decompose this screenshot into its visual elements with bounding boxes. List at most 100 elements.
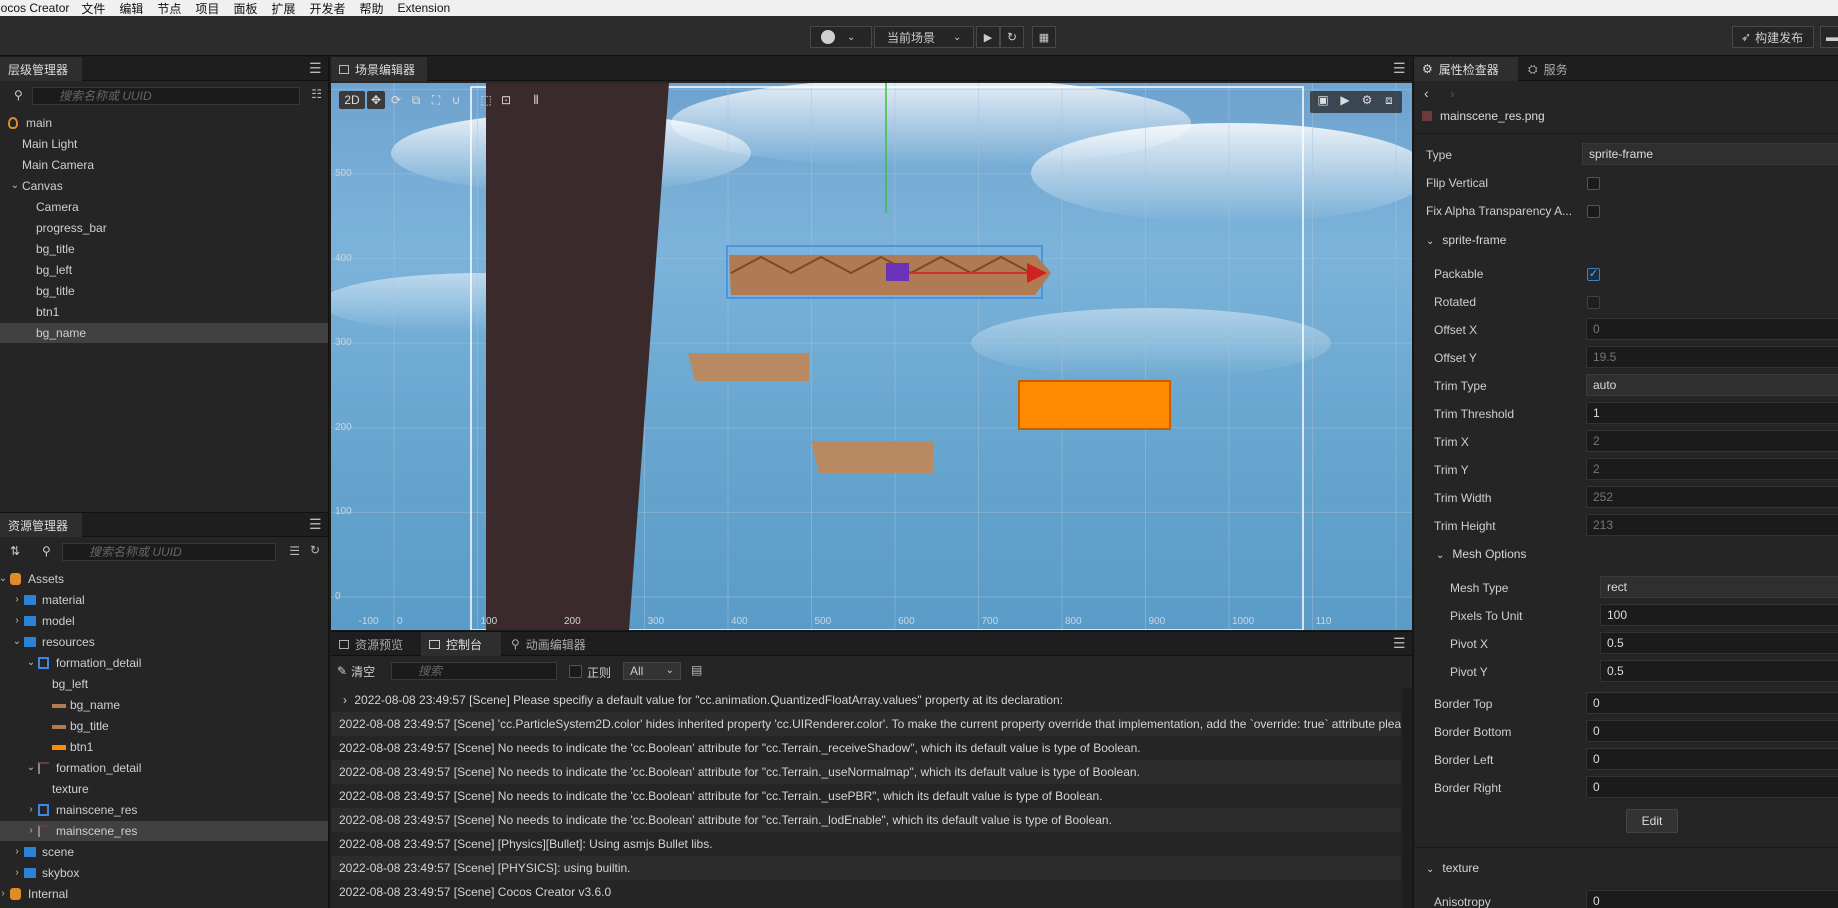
console-search-input[interactable]: 搜索 <box>391 662 557 680</box>
edit-button[interactable]: Edit <box>1626 809 1678 833</box>
trim-type-select[interactable]: auto <box>1586 374 1838 396</box>
pivot-button[interactable]: ⊡ <box>497 91 515 109</box>
tree-item[interactable]: › mainscene_res <box>0 800 328 820</box>
align-button[interactable]: ⫴ <box>527 91 545 109</box>
tab-asset-preview[interactable]: 资源预览 <box>331 632 421 656</box>
offset-y-field[interactable]: 19.5 <box>1586 346 1838 368</box>
tree-item[interactable]: progress_bar <box>0 218 328 238</box>
chevron-right-icon[interactable]: › <box>12 863 22 883</box>
list-icon[interactable]: ☷ <box>311 87 322 101</box>
tab-scene-editor[interactable]: 场景编辑器 <box>331 57 427 81</box>
export-log-icon[interactable]: ▤ <box>691 663 702 677</box>
chevron-down-icon[interactable]: ⌄ <box>10 176 20 196</box>
chevron-right-icon[interactable]: › <box>26 821 36 841</box>
panel-menu-icon[interactable]: ☰ <box>1393 636 1406 650</box>
tree-item[interactable]: bg_left <box>0 674 328 694</box>
fix-alpha-checkbox[interactable] <box>1587 205 1600 218</box>
tree-item[interactable]: ⌄ resources <box>0 632 328 652</box>
tree-item[interactable]: btn1 <box>0 302 328 322</box>
log-level-select[interactable]: All ⌄ <box>623 662 681 680</box>
chevron-right-icon[interactable]: › <box>12 590 22 610</box>
clear-button[interactable]: ✎ 清空 <box>337 662 375 680</box>
tree-item[interactable]: Main Light <box>0 134 328 154</box>
move-tool-button[interactable]: ✥ <box>367 91 385 109</box>
type-select[interactable]: sprite-frame <box>1582 143 1838 165</box>
scene-viewport[interactable]: 500 400 300 200 100 0 -100 0 100 200 300 400 500 600… <box>331 83 1412 630</box>
tree-item[interactable]: › model <box>0 611 328 631</box>
panel-menu-icon[interactable]: ☰ <box>309 61 322 75</box>
menu-item[interactable]: 帮助 <box>359 0 383 16</box>
panel-menu-icon[interactable]: ☰ <box>309 517 322 531</box>
tree-item[interactable]: ⌄ formation_detail <box>0 653 328 673</box>
chevron-down-icon[interactable]: ⌄ <box>0 569 8 589</box>
chevron-right-icon[interactable]: › <box>343 693 350 707</box>
chevron-down-icon[interactable]: ⌄ <box>12 632 22 652</box>
sort-icon[interactable]: ⇅ <box>10 544 20 558</box>
tree-item[interactable]: bg_left <box>0 260 328 280</box>
scene-select[interactable]: 当前场景 ⌄ <box>874 26 974 48</box>
assets-search-input[interactable]: 搜索名称或 UUID <box>62 543 276 561</box>
folder-button[interactable]: ▬ <box>1820 26 1838 48</box>
log-line[interactable]: › 2022-08-08 23:49:57 [Scene] Please spe… <box>331 688 1401 712</box>
platform-select[interactable]: ⌄ <box>810 26 872 48</box>
tree-item[interactable]: ⌄ Canvas <box>0 176 328 196</box>
chevron-down-icon[interactable]: ⌄ <box>26 758 36 778</box>
menu-item[interactable]: 节点 <box>157 0 181 16</box>
log-line[interactable]: 2022-08-08 23:49:57 [Scene] [Physics][Bu… <box>331 832 1401 856</box>
tab-hierarchy[interactable]: 层级管理器 <box>0 57 82 81</box>
menu-item[interactable]: 开发者 <box>309 0 345 16</box>
tab-animation-editor[interactable]: ⚲ 动画编辑器 <box>503 632 603 656</box>
packable-checkbox[interactable]: ✓ <box>1587 268 1600 281</box>
scale-tool-button[interactable]: ⧉ <box>407 91 425 109</box>
tree-item[interactable]: Camera <box>0 197 328 217</box>
forward-icon[interactable]: › <box>1450 85 1455 101</box>
tree-item[interactable]: ⌄ Assets <box>0 569 328 589</box>
trim-x-field[interactable]: 2 <box>1586 430 1838 452</box>
tab-assets[interactable]: 资源管理器 <box>0 513 82 537</box>
preview-button[interactable]: ⧈ <box>1380 91 1398 109</box>
build-button[interactable]: ➶ 构建发布 <box>1732 26 1814 48</box>
trim-threshold-field[interactable]: 1 <box>1586 402 1838 424</box>
panel-menu-icon[interactable]: ☰ <box>1393 61 1406 75</box>
sprite-frame-section[interactable]: ⌄ sprite-frame <box>1426 233 1506 247</box>
tab-inspector[interactable]: ⚙ 属性检查器 <box>1414 57 1518 81</box>
log-line[interactable]: 2022-08-08 23:49:57 [Scene] No needs to … <box>331 736 1401 760</box>
mesh-type-select[interactable]: rect <box>1600 576 1838 598</box>
tree-item[interactable]: main <box>0 113 328 133</box>
log-line[interactable]: 2022-08-08 23:49:57 [Scene] Cocos Creato… <box>331 880 1401 904</box>
chevron-down-icon[interactable]: ⌄ <box>26 653 36 673</box>
tree-item[interactable]: ⌄ formation_detail <box>0 758 328 778</box>
2d-toggle-button[interactable]: 2D <box>339 91 365 109</box>
mesh-options-section[interactable]: ⌄ Mesh Options <box>1436 547 1526 561</box>
trim-height-field[interactable]: 213 <box>1586 514 1838 536</box>
refresh-button[interactable]: ↻ <box>1000 26 1024 48</box>
chevron-right-icon[interactable]: › <box>12 611 22 631</box>
snap-tool-button[interactable]: ∪ <box>447 91 465 109</box>
menu-item[interactable]: 扩展 <box>271 0 295 16</box>
pivot-x-field[interactable]: 0.5 <box>1600 632 1838 654</box>
rect-tool-button[interactable]: ⛶ <box>427 91 445 109</box>
console-scrollbar[interactable] <box>1402 688 1412 908</box>
back-icon[interactable]: ‹ <box>1424 85 1429 101</box>
rotate-tool-button[interactable]: ⟳ <box>387 91 405 109</box>
log-line[interactable]: 2022-08-08 23:49:57 [Scene] No needs to … <box>331 784 1401 808</box>
menu-item[interactable]: 项目 <box>195 0 219 16</box>
menu-item[interactable]: 面板 <box>233 0 257 16</box>
menu-item[interactable]: 编辑 <box>119 0 143 16</box>
log-line[interactable]: 2022-08-08 23:49:57 [Scene] No needs to … <box>331 760 1401 784</box>
border-top-field[interactable]: 0 <box>1586 692 1838 714</box>
anisotropy-field[interactable]: 0 <box>1586 890 1838 908</box>
menu-item[interactable]: 文件 <box>81 0 105 16</box>
tree-item[interactable]: › skybox <box>0 863 328 883</box>
tree-item[interactable]: › material <box>0 590 328 610</box>
chevron-right-icon[interactable]: › <box>12 842 22 862</box>
menu-item[interactable]: Extension <box>398 1 451 15</box>
tree-item[interactable]: bg_title <box>0 239 328 259</box>
flip-vertical-checkbox[interactable] <box>1587 177 1600 190</box>
border-bottom-field[interactable]: 0 <box>1586 720 1838 742</box>
tree-item[interactable]: bg_name <box>0 323 328 343</box>
pivot-y-field[interactable]: 0.5 <box>1600 660 1838 682</box>
trim-width-field[interactable]: 252 <box>1586 486 1838 508</box>
offset-x-field[interactable]: 0 <box>1586 318 1838 340</box>
tab-console[interactable]: 控制台 <box>421 632 501 656</box>
